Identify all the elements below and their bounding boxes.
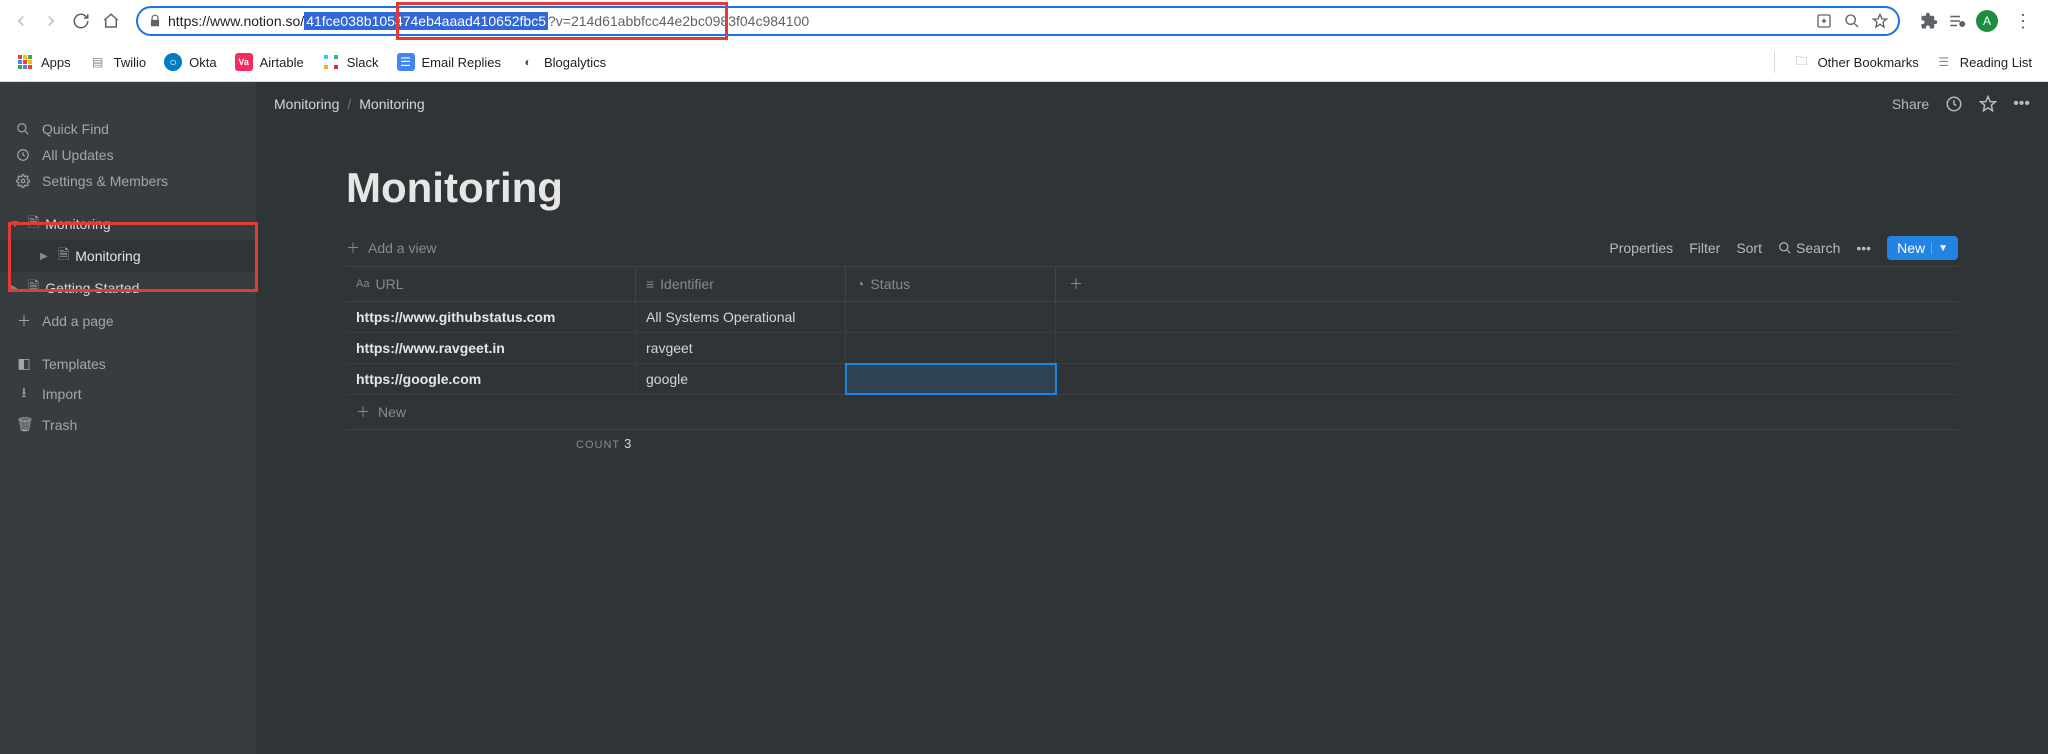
select-prop-icon: ◔ <box>856 276 864 292</box>
url-text: https://www.notion.so/41fce038b105474eb4… <box>168 13 809 29</box>
templates[interactable]: ◧Templates <box>0 350 256 377</box>
cell-identifier[interactable]: ravgeet <box>636 333 846 363</box>
plus-icon: ＋ <box>346 238 360 258</box>
add-view-button[interactable]: ＋Add a view <box>346 238 436 258</box>
sidebar: Quick Find All Updates Settings & Member… <box>0 82 256 754</box>
breadcrumb-item[interactable]: Monitoring <box>359 96 424 112</box>
page-title[interactable]: Monitoring <box>346 164 1958 212</box>
column-header-identifier[interactable]: ≡Identifier <box>636 267 846 301</box>
template-icon: ◧ <box>16 355 32 372</box>
cell-url[interactable]: https://www.githubstatus.com <box>346 302 636 332</box>
sidebar-page-monitoring[interactable]: ▼🗎Monitoring <box>0 208 256 240</box>
plus-icon: ＋ <box>16 311 32 331</box>
playlist-icon[interactable] <box>1948 12 1966 30</box>
download-icon: ⭳ <box>16 382 32 406</box>
sort-button[interactable]: Sort <box>1736 240 1762 256</box>
breadcrumb-item[interactable]: Monitoring <box>274 96 339 112</box>
new-button[interactable]: New▼ <box>1887 236 1958 260</box>
text-prop-icon: ≡ <box>646 276 654 292</box>
page-icon: 🗎 <box>28 276 39 300</box>
clock-icon <box>16 148 32 162</box>
cell-status[interactable] <box>846 302 1056 332</box>
settings-members[interactable]: Settings & Members <box>0 168 256 194</box>
chevron-down-icon[interactable]: ▼ <box>1931 243 1948 254</box>
cell-url[interactable]: https://google.com <box>346 364 636 394</box>
zoom-icon[interactable] <box>1844 13 1860 29</box>
bookmarks-bar: Apps ▤Twilio ○Okta VaAirtable Slack ☰Ema… <box>0 42 2048 82</box>
bookmark-okta[interactable]: ○Okta <box>164 53 216 71</box>
chevron-right-icon[interactable]: ▶ <box>40 251 52 262</box>
table-row[interactable]: https://www.ravgeet.in ravgeet <box>346 333 1958 364</box>
database-table: AaURL ≡Identifier ◔Status ＋ https://www.… <box>346 267 1958 457</box>
filter-button[interactable]: Filter <box>1689 240 1720 256</box>
bookmark-star-icon[interactable] <box>1872 13 1888 29</box>
search-button[interactable]: Search <box>1778 240 1840 256</box>
all-updates[interactable]: All Updates <box>0 142 256 168</box>
trash-icon: 🗑 <box>16 416 32 433</box>
favorite-star-icon[interactable] <box>1979 95 1997 113</box>
cell-status-selected[interactable] <box>846 364 1056 394</box>
properties-button[interactable]: Properties <box>1609 240 1673 256</box>
view-options-icon[interactable]: ••• <box>1856 240 1871 256</box>
plus-icon: ＋ <box>356 402 370 422</box>
browser-chrome: https://www.notion.so/41fce038b105474eb4… <box>0 0 2048 82</box>
cell-url[interactable]: https://www.ravgeet.in <box>346 333 636 363</box>
extensions-icon[interactable] <box>1920 12 1938 30</box>
more-icon[interactable]: ••• <box>2013 95 2030 113</box>
home-button[interactable] <box>100 10 122 32</box>
topbar: Monitoring / Monitoring Share ••• <box>256 82 2048 126</box>
bookmark-slack[interactable]: Slack <box>322 53 379 71</box>
bookmark-blogalytics[interactable]: ◐Blogalytics <box>519 53 606 71</box>
sidebar-page-monitoring-child[interactable]: ▶🗎Monitoring <box>0 240 256 272</box>
cell-status[interactable] <box>846 333 1056 363</box>
bookmark-twilio[interactable]: ▤Twilio <box>89 53 147 71</box>
search-icon <box>16 122 32 136</box>
reload-button[interactable] <box>70 10 92 32</box>
page-icon: 🗎 <box>28 212 39 236</box>
sidebar-page-getting-started[interactable]: ▶🗎Getting Started <box>0 272 256 304</box>
column-header-status[interactable]: ◔Status <box>846 267 1056 301</box>
chevron-down-icon[interactable]: ▼ <box>10 219 22 230</box>
plus-icon: ＋ <box>1069 274 1083 294</box>
table-row[interactable]: https://www.githubstatus.com All Systems… <box>346 302 1958 333</box>
other-bookmarks[interactable]: 🗀Other Bookmarks <box>1793 53 1919 71</box>
trash[interactable]: 🗑Trash <box>0 411 256 438</box>
add-page[interactable]: ＋Add a page <box>0 306 256 336</box>
chevron-right-icon[interactable]: ▶ <box>10 283 22 294</box>
share-button[interactable]: Share <box>1892 96 1929 112</box>
install-app-icon[interactable] <box>1816 13 1832 29</box>
page-icon: 🗎 <box>58 244 69 268</box>
main-content: Monitoring / Monitoring Share ••• Monito… <box>256 82 2048 754</box>
cell-identifier[interactable]: google <box>636 364 846 394</box>
browser-menu-icon[interactable]: ⋮ <box>2008 11 2038 32</box>
breadcrumb: Monitoring / Monitoring <box>274 96 425 112</box>
bookmark-apps[interactable]: Apps <box>16 53 71 71</box>
table-row[interactable]: https://google.com google <box>346 364 1958 395</box>
import[interactable]: ⭳Import <box>0 377 256 411</box>
reading-list[interactable]: ☰Reading List <box>1935 53 2032 71</box>
cell-identifier[interactable]: All Systems Operational <box>636 302 846 332</box>
column-header-url[interactable]: AaURL <box>346 267 636 301</box>
back-button[interactable] <box>10 10 32 32</box>
address-bar[interactable]: https://www.notion.so/41fce038b105474eb4… <box>136 6 1900 36</box>
quick-find[interactable]: Quick Find <box>0 116 256 142</box>
bookmark-airtable[interactable]: VaAirtable <box>235 53 304 71</box>
profile-avatar[interactable]: A <box>1976 10 1998 32</box>
add-column-button[interactable]: ＋ <box>1056 267 1096 301</box>
forward-button[interactable] <box>40 10 62 32</box>
row-count: COUNT3 <box>576 436 631 451</box>
title-prop-icon: Aa <box>356 278 369 290</box>
bookmark-email-replies[interactable]: ☰Email Replies <box>397 53 501 71</box>
add-row-button[interactable]: ＋New <box>346 395 1958 430</box>
lock-icon <box>148 14 162 28</box>
gear-icon <box>16 174 32 188</box>
updates-icon[interactable] <box>1945 95 1963 113</box>
